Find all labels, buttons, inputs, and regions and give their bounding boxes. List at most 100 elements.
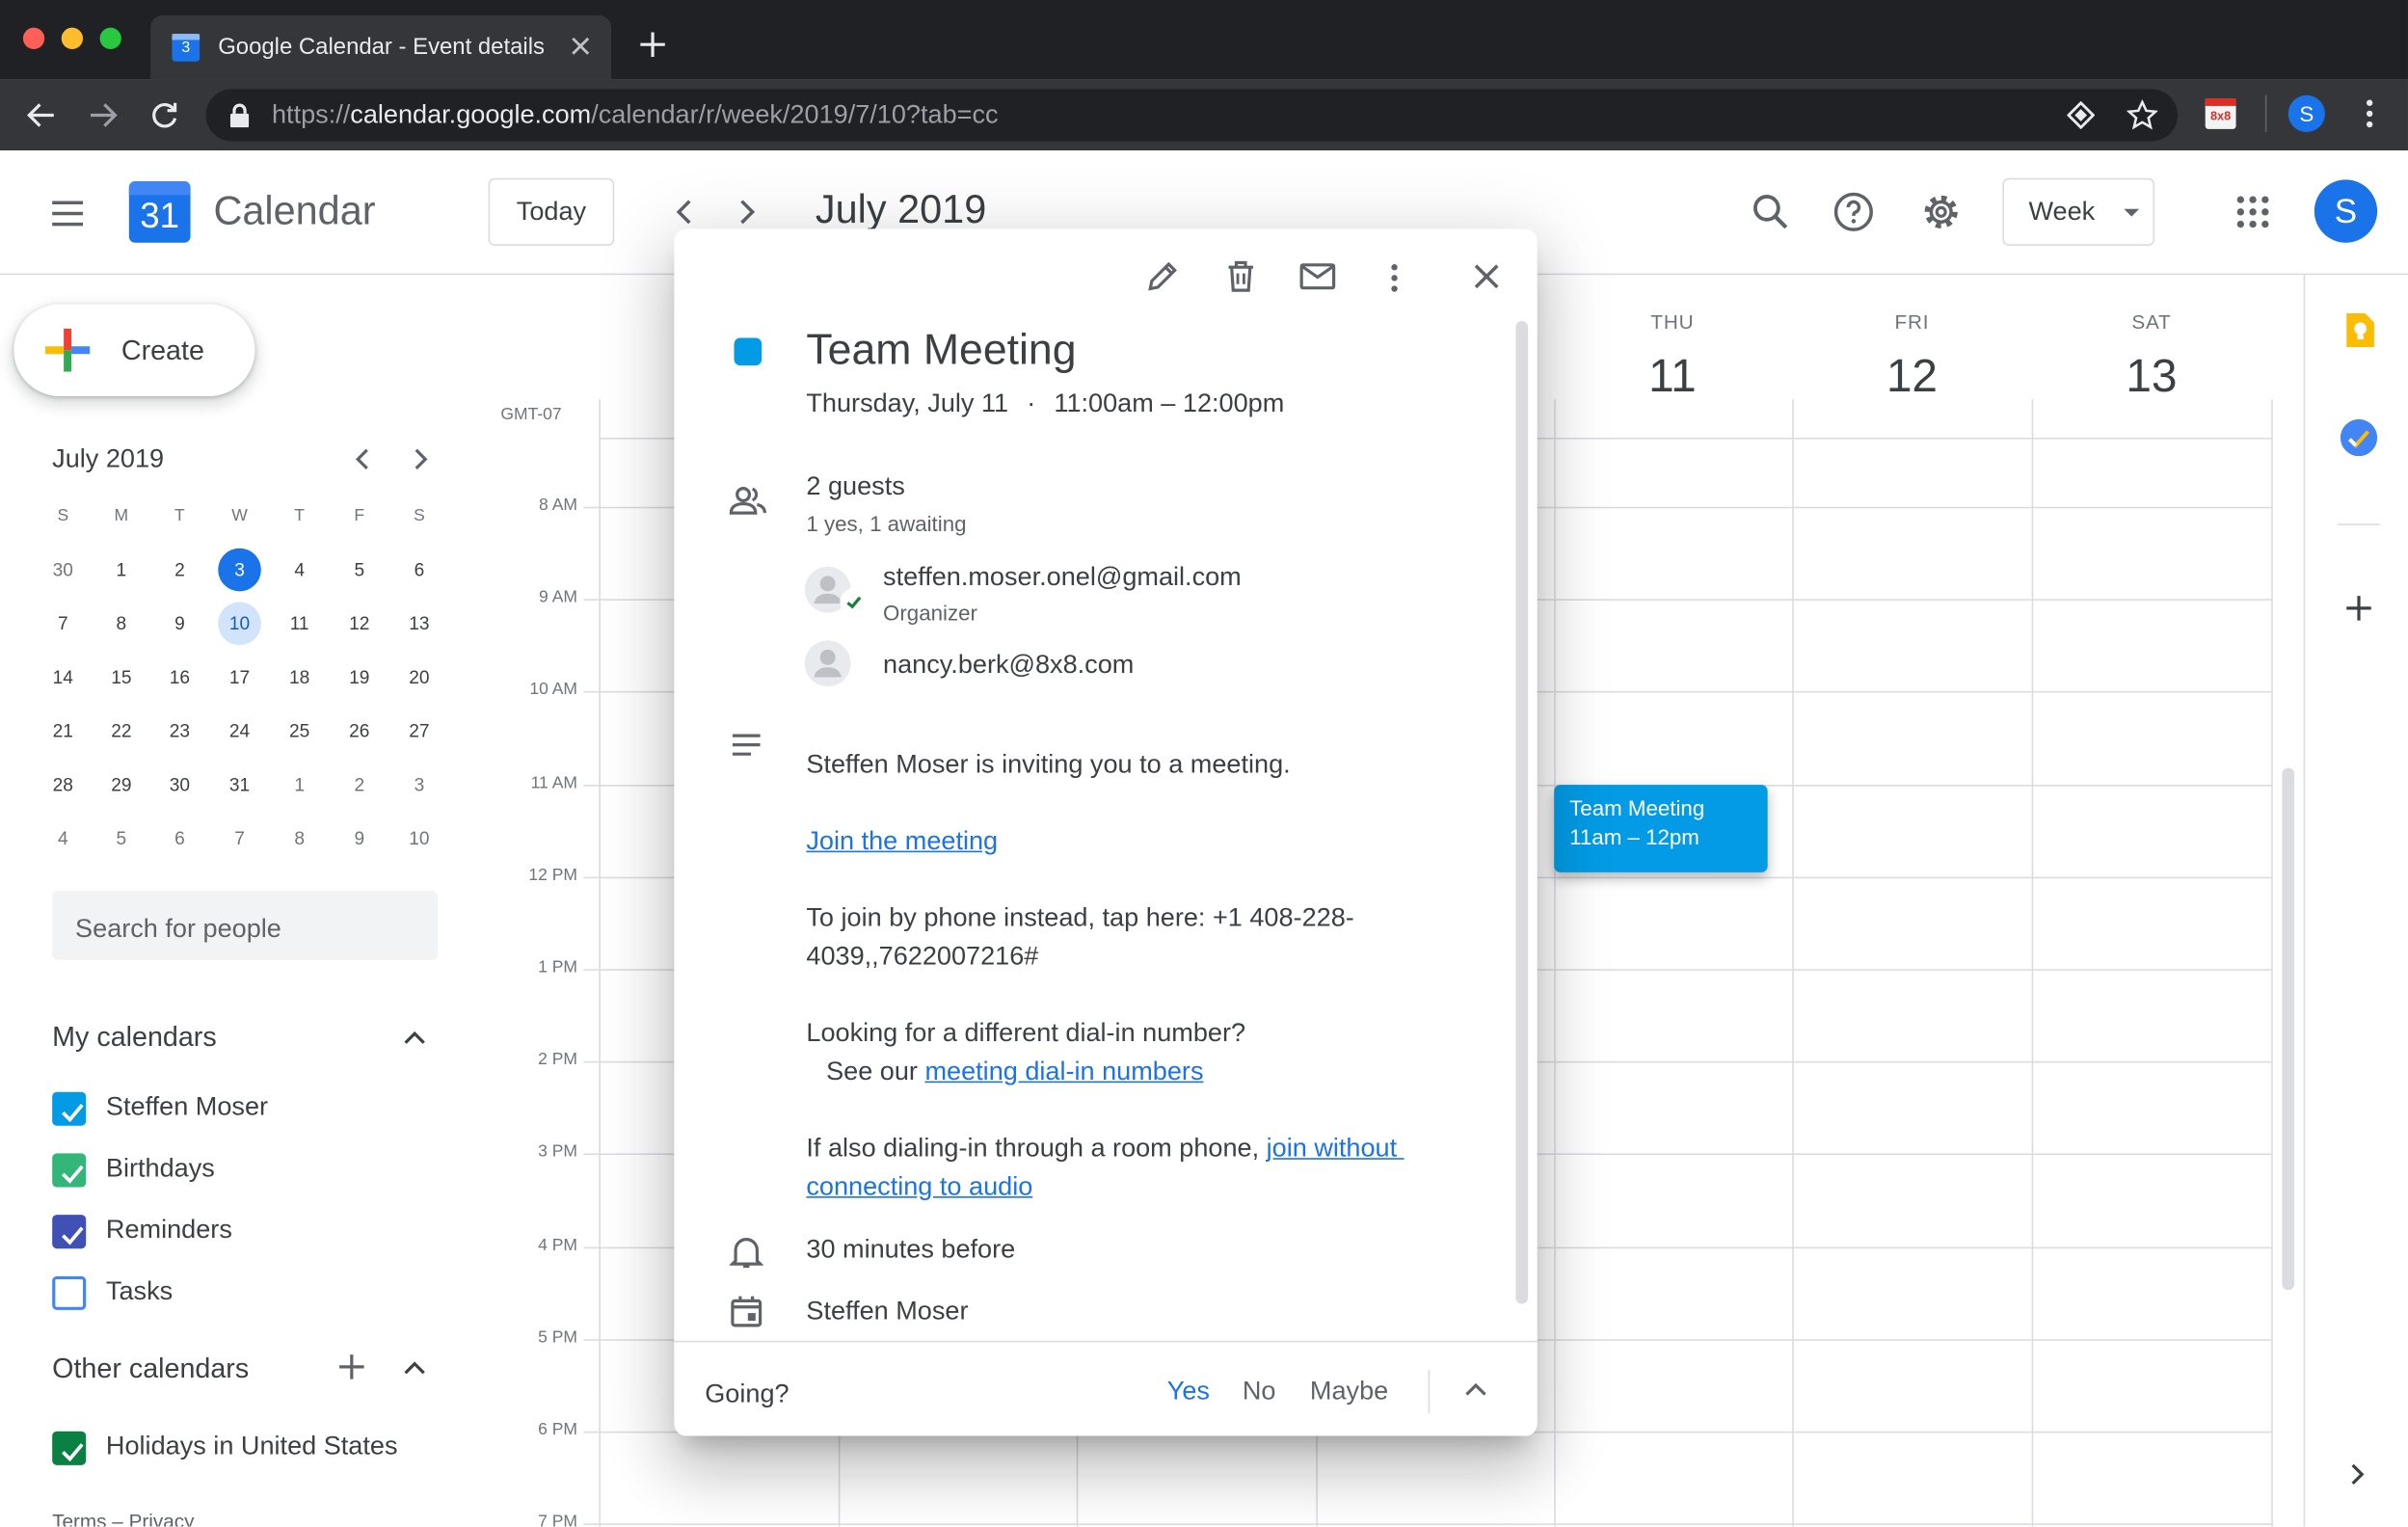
mini-day[interactable]: 9 <box>337 817 381 861</box>
address-bar[interactable]: https://calendar.google.com/calendar/r/w… <box>205 89 2179 142</box>
grid-scrollbar[interactable] <box>2282 767 2295 1291</box>
mini-day[interactable]: 8 <box>100 602 144 645</box>
previous-week-icon[interactable] <box>670 195 701 228</box>
edit-pencil-icon[interactable] <box>1145 259 1179 293</box>
more-options-icon[interactable] <box>1379 261 1410 295</box>
today-button[interactable]: Today <box>488 177 615 246</box>
minimize-window-button[interactable] <box>61 27 84 49</box>
join-without-audio-link-1[interactable]: join without <box>1267 1134 1405 1163</box>
mini-day[interactable]: 23 <box>158 710 201 753</box>
mini-day[interactable]: 3 <box>398 764 441 807</box>
mini-day[interactable]: 7 <box>41 602 85 645</box>
mini-day[interactable]: 30 <box>158 764 201 807</box>
mini-day[interactable]: 18 <box>278 656 321 699</box>
mini-day[interactable]: 31 <box>218 764 261 807</box>
get-addons-icon[interactable] <box>2345 595 2373 623</box>
rsvp-yes-button[interactable]: Yes <box>1167 1376 1210 1406</box>
apps-grid-icon[interactable] <box>2236 195 2270 228</box>
mini-day[interactable]: 7 <box>218 817 261 861</box>
calendar-label[interactable]: Holidays in United States <box>106 1432 398 1462</box>
day-number[interactable]: 11 <box>1554 352 1790 404</box>
zoom-window-button[interactable] <box>99 27 121 49</box>
add-other-calendar-icon[interactable] <box>336 1352 367 1382</box>
collapse-other-calendars-icon[interactable] <box>399 1353 430 1384</box>
calendar-label[interactable]: Birthdays <box>106 1153 215 1184</box>
join-without-audio-link-2[interactable]: connecting to audio <box>806 1172 1032 1203</box>
search-icon[interactable] <box>1751 192 1790 231</box>
rsvp-maybe-button[interactable]: Maybe <box>1310 1376 1388 1406</box>
settings-gear-icon[interactable] <box>1919 191 1963 234</box>
next-week-icon[interactable] <box>731 195 762 228</box>
join-meeting-link[interactable]: Join the meeting <box>806 826 998 857</box>
popup-scrollbar[interactable] <box>1515 320 1529 1304</box>
mini-day[interactable]: 19 <box>337 656 381 699</box>
calendar-label[interactable]: Steffen Moser <box>106 1092 268 1123</box>
terms-privacy-footer[interactable]: Terms – Privacy <box>52 1510 194 1527</box>
email-guests-icon[interactable] <box>1299 262 1336 290</box>
delete-trash-icon[interactable] <box>1225 259 1256 293</box>
mini-day[interactable]: 22 <box>100 710 144 753</box>
mini-day[interactable]: 17 <box>218 656 261 699</box>
event-chip-team-meeting[interactable]: Team Meeting 11am – 12pm <box>1554 785 1768 872</box>
mini-day[interactable]: 26 <box>337 710 381 753</box>
expand-side-panel-icon[interactable] <box>2345 1460 2369 1488</box>
mini-day[interactable]: 29 <box>100 764 144 807</box>
close-tab-icon[interactable] <box>568 34 592 58</box>
mini-day[interactable]: 10 <box>398 817 441 861</box>
back-icon[interactable] <box>24 98 58 132</box>
calendar-checkbox[interactable] <box>52 1215 87 1249</box>
collapse-my-calendars-icon[interactable] <box>399 1023 430 1054</box>
mini-day[interactable]: 9 <box>158 602 201 645</box>
mini-day[interactable]: 4 <box>41 817 85 861</box>
organizer-email[interactable]: steffen.moser.onel@gmail.com <box>883 562 1242 593</box>
browser-menu-icon[interactable] <box>2354 98 2385 129</box>
mini-day[interactable]: 15 <box>100 656 144 699</box>
mini-day[interactable]: 1 <box>100 549 144 592</box>
calendar-checkbox[interactable] <box>52 1091 87 1126</box>
search-people-input[interactable]: Search for people <box>52 890 439 960</box>
mini-day[interactable]: 11 <box>278 602 321 645</box>
bookmark-star-icon[interactable] <box>2127 99 2158 131</box>
mini-day[interactable]: 6 <box>398 549 441 592</box>
extension-diamond-icon[interactable] <box>2067 101 2095 129</box>
mini-day[interactable]: 12 <box>337 602 381 645</box>
mini-day[interactable]: 30 <box>41 549 85 592</box>
mini-prev-month-icon[interactable] <box>347 443 378 474</box>
mini-day[interactable]: 8 <box>278 817 321 861</box>
rsvp-no-button[interactable]: No <box>1243 1376 1276 1406</box>
account-avatar[interactable]: S <box>2314 179 2378 243</box>
mini-day[interactable]: 25 <box>278 710 321 753</box>
close-window-button[interactable] <box>22 27 45 49</box>
mini-day[interactable]: 14 <box>41 656 85 699</box>
mini-day[interactable]: 13 <box>398 602 441 645</box>
mini-day[interactable]: 2 <box>158 549 201 592</box>
view-selector[interactable]: Week <box>2002 177 2155 246</box>
mini-day[interactable]: 1 <box>278 764 321 807</box>
mini-day[interactable]: 4 <box>278 549 321 592</box>
calendar-checkbox[interactable] <box>52 1275 87 1310</box>
browser-profile-avatar[interactable]: S <box>2288 94 2325 133</box>
mini-day-today[interactable]: 3 <box>218 548 261 592</box>
reload-icon[interactable] <box>147 98 181 132</box>
new-tab-icon[interactable] <box>639 31 667 59</box>
phone-line-2[interactable]: 4039,,7622007216# <box>806 942 1038 973</box>
calendar-label[interactable]: Reminders <box>106 1215 232 1246</box>
mini-day[interactable]: 2 <box>337 764 381 807</box>
forward-icon[interactable] <box>86 98 120 132</box>
help-icon[interactable] <box>1833 191 1876 234</box>
calendar-checkbox[interactable] <box>52 1431 87 1465</box>
tasks-icon[interactable] <box>2340 418 2378 457</box>
mini-day[interactable]: 24 <box>218 710 261 753</box>
mini-next-month-icon[interactable] <box>406 443 437 474</box>
day-number[interactable]: 12 <box>1794 352 2030 404</box>
mini-day[interactable]: 21 <box>41 710 85 753</box>
calendar-label[interactable]: Tasks <box>106 1276 173 1307</box>
mini-day[interactable]: 27 <box>398 710 441 753</box>
mini-day[interactable]: 5 <box>100 817 144 861</box>
mini-day-selected[interactable]: 10 <box>218 602 261 646</box>
my-calendars-heading[interactable]: My calendars <box>52 1021 217 1053</box>
calendar-checkbox[interactable] <box>52 1153 87 1188</box>
mini-day[interactable]: 6 <box>158 817 201 861</box>
keep-icon[interactable] <box>2343 312 2374 348</box>
guest-email[interactable]: nancy.berk@8x8.com <box>883 650 1134 681</box>
